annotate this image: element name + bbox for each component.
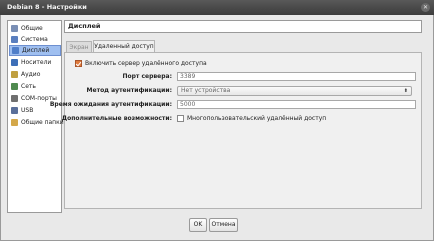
- sidebar-item-system[interactable]: Система: [9, 34, 61, 45]
- sidebar-item-label: Общие: [21, 25, 43, 32]
- sidebar-item-label: Дисплей: [22, 47, 50, 54]
- enable-server-label: Включить сервер удалённого доступа: [85, 60, 207, 67]
- sidebar-item-label: Носители: [21, 59, 52, 66]
- remote-display-panel: Включить сервер удалённого доступа Порт …: [50, 52, 422, 209]
- auth-method-label: Метод аутентификации:: [86, 87, 172, 94]
- storage-icon: [11, 59, 18, 66]
- multiuser-checkbox[interactable]: [177, 115, 184, 122]
- close-icon[interactable]: ✕: [421, 3, 430, 12]
- auth-method-value: Нет устройства: [181, 87, 231, 94]
- auth-method-select[interactable]: Нет устройства ⬍: [177, 86, 412, 96]
- multiuser-label: Многопользовательский удалённый доступ: [187, 115, 327, 122]
- sidebar-item-audio[interactable]: Аудио: [9, 69, 61, 80]
- sidebar-item-shared-folders[interactable]: Общие папки: [9, 117, 64, 128]
- sidebar: Общие Система Дисплей Носители Аудио Сет…: [7, 20, 64, 213]
- cancel-button[interactable]: Отмена: [209, 218, 238, 232]
- chevron-updown-icon: ⬍: [403, 88, 408, 94]
- sidebar-item-label: Аудио: [21, 71, 41, 78]
- display-icon: [12, 47, 19, 54]
- audio-icon: [11, 71, 18, 78]
- page-title: Дисплей: [64, 20, 422, 33]
- tab-remote-display[interactable]: Удаленный доступ: [93, 40, 155, 52]
- sidebar-item-display[interactable]: Дисплей: [9, 45, 61, 56]
- shared-folder-icon: [11, 119, 18, 126]
- sidebar-item-label: Система: [21, 36, 48, 43]
- sidebar-item-network[interactable]: Сеть: [9, 81, 61, 92]
- tab-screen[interactable]: Экран: [66, 41, 92, 52]
- general-icon: [11, 25, 18, 32]
- title-bar: Debian 8 - Настройки ✕: [0, 0, 434, 15]
- extended-features-label: Дополнительные возможности:: [61, 115, 172, 122]
- usb-icon: [11, 107, 18, 114]
- port-label: Порт сервера:: [122, 73, 172, 80]
- sidebar-item-label: Сеть: [21, 83, 36, 90]
- port-field[interactable]: 3389: [177, 72, 416, 81]
- auth-timeout-field[interactable]: 5000: [177, 100, 416, 109]
- auth-timeout-label: Время ожидания аутентификации:: [49, 101, 172, 108]
- sidebar-item-storage[interactable]: Носители: [9, 57, 61, 68]
- sidebar-item-label: Общие папки: [21, 119, 64, 126]
- network-icon: [11, 83, 18, 90]
- enable-server-checkbox[interactable]: [75, 60, 82, 67]
- system-icon: [11, 36, 18, 43]
- serial-port-icon: [11, 95, 18, 102]
- sidebar-item-label: USB: [21, 107, 34, 114]
- sidebar-item-general[interactable]: Общие: [9, 23, 61, 34]
- ok-button[interactable]: OK: [189, 218, 207, 232]
- window-title: Debian 8 - Настройки: [7, 3, 87, 11]
